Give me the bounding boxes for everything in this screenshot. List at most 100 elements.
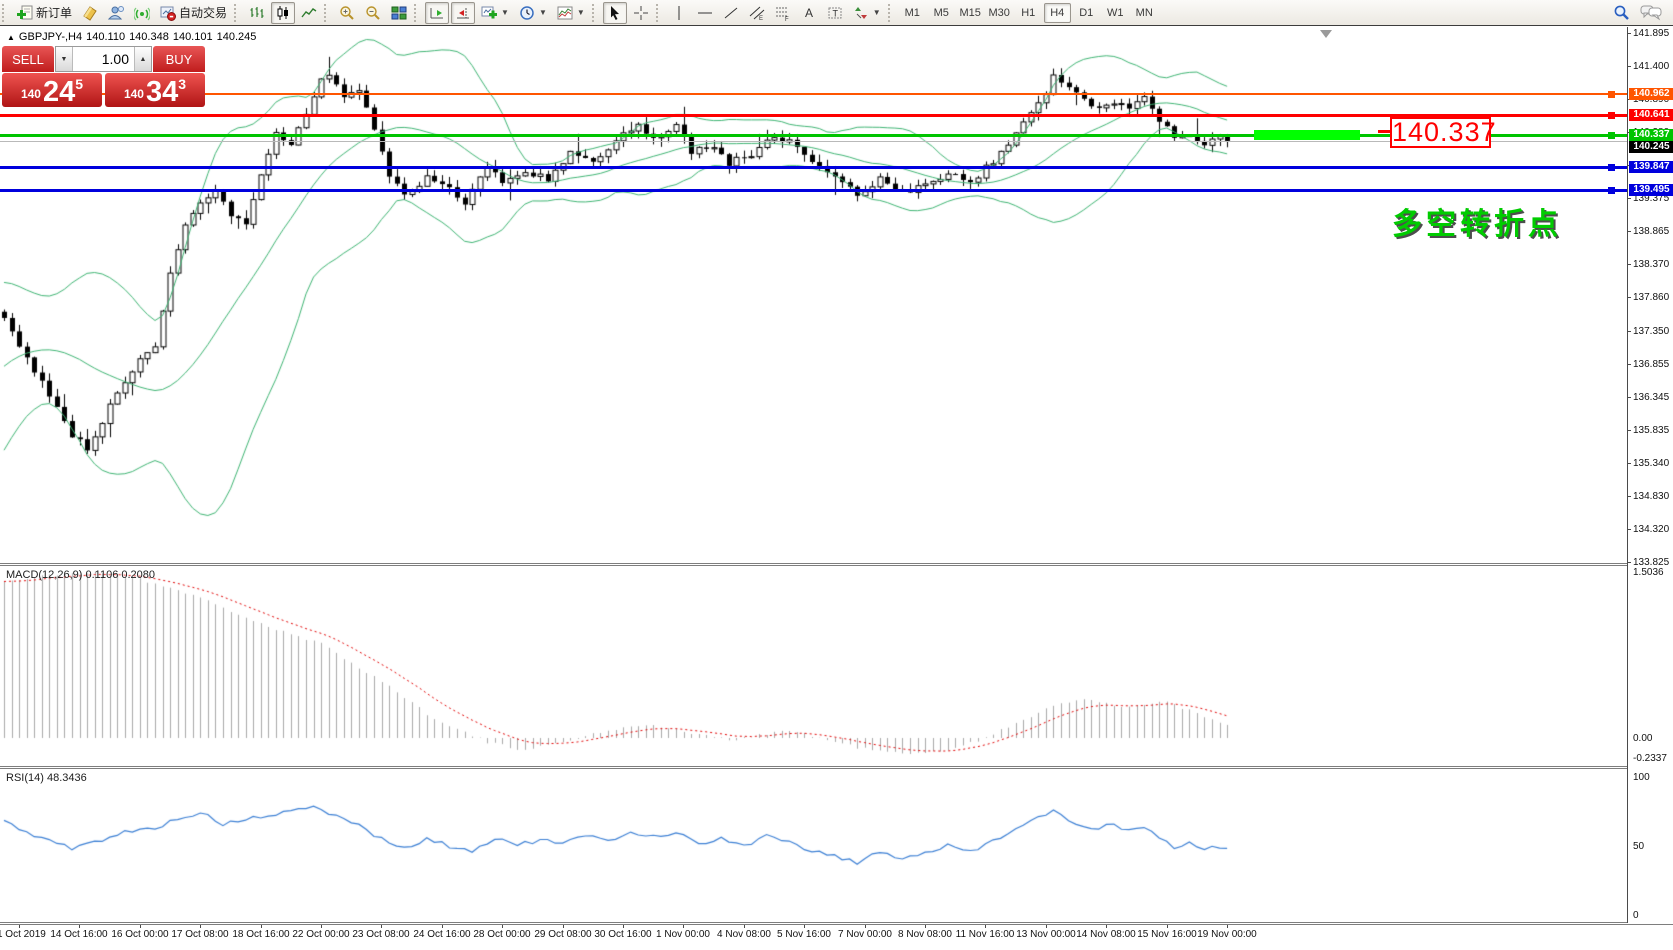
toolbar-grip[interactable] [324,4,330,22]
vertical-line-button[interactable] [667,2,691,24]
time-tick-mark [1167,925,1168,928]
pivot-line-green-handle[interactable] [1608,132,1615,139]
toolbar-grip[interactable] [888,4,894,22]
crosshair-button[interactable] [629,2,653,24]
sell-button[interactable]: SELL [2,46,54,72]
price-chart-canvas[interactable] [0,27,1627,563]
chart-shift-marker[interactable] [1320,30,1332,38]
zoom-in-button[interactable] [335,2,359,24]
autotrade-button[interactable]: 自动交易 [156,2,231,24]
callout-connector [1378,130,1390,133]
time-tick-mark [19,925,20,928]
price-tick-mark [1628,562,1631,563]
sell-price-button[interactable]: 140 24 5 [2,73,102,107]
time-tick-mark [140,925,141,928]
timeframe-h1[interactable]: H1 [1015,3,1042,23]
price-tick-mark [1628,331,1631,332]
signals-button[interactable] [130,2,154,24]
new-order-button[interactable]: 新订单 [13,2,76,24]
fibonacci-button[interactable]: F [771,2,795,24]
support-line-1[interactable] [0,166,1627,169]
community-button[interactable] [104,2,128,24]
buy-price-sup: 3 [178,76,186,92]
price-tag-139.847: 139.847 [1629,161,1673,173]
price-axis[interactable]: 141.895141.400140.890140.380139.875139.3… [1627,27,1673,923]
buy-price-button[interactable]: 140 34 3 [105,73,205,107]
search-button[interactable] [1609,2,1634,24]
volume-input[interactable]: 1.00 [73,47,134,71]
chevron-down-icon: ▼ [539,8,547,17]
collapse-panel-icon[interactable]: ▲ [7,33,15,42]
pivot-line-green[interactable] [0,134,1627,137]
buy-button[interactable]: BUY [153,46,205,72]
bar-chart-button[interactable] [245,2,269,24]
rsi-panel-canvas[interactable] [0,769,1627,921]
toolbar-grip[interactable] [2,4,8,22]
timeframe-m15[interactable]: M15 [957,3,984,23]
svg-text:F: F [785,17,789,21]
tile-windows-button[interactable] [387,2,411,24]
support-line-2[interactable] [0,189,1627,192]
pivot-annotation[interactable]: 多空转折点 [1392,199,1562,243]
price-callout[interactable]: 140.337 [1390,117,1491,148]
support-line-2-handle[interactable] [1608,187,1615,194]
timeframe-m30[interactable]: M30 [986,3,1013,23]
timeframe-mn[interactable]: MN [1131,3,1158,23]
panel-separator[interactable] [0,563,1673,566]
ohlc-open: 140.110 [86,31,125,43]
time-axis[interactable]: 11 Oct 201914 Oct 16:0016 Oct 00:0017 Oc… [0,925,1673,950]
chart-shift-button[interactable] [451,2,475,24]
period-dropdown[interactable]: ▼ [515,2,551,24]
volume-stepper: ▼ 1.00 ▲ [55,46,152,72]
resistance-line-1-handle[interactable] [1608,91,1615,98]
chat-button[interactable] [1636,2,1666,24]
channel-button[interactable]: E [745,2,769,24]
time-tick-mark [1046,925,1047,928]
macd-panel-canvas[interactable] [0,566,1627,765]
green-highlight-bar[interactable] [1254,130,1360,140]
time-tick-mark [865,925,866,928]
metaeditor-button[interactable] [78,2,102,24]
zoom-out-button[interactable] [361,2,385,24]
resistance-line-2[interactable] [0,114,1627,117]
bar-chart-icon [249,5,265,21]
buy-price-prefix: 140 [124,87,144,101]
time-tick-mark [1106,925,1107,928]
toolbar-grip[interactable] [592,4,598,22]
line-chart-button[interactable] [297,2,321,24]
volume-decrease-icon[interactable]: ▼ [56,47,73,71]
template-dropdown[interactable]: ▼ [553,2,589,24]
toolbar-grip[interactable] [234,4,240,22]
signals-icon [134,5,150,21]
arrows-dropdown[interactable]: ▼ [849,2,885,24]
volume-increase-icon[interactable]: ▲ [134,47,151,71]
auto-scroll-button[interactable] [425,2,449,24]
timeframe-h4[interactable]: H4 [1044,3,1071,23]
horizontal-line-button[interactable] [693,2,717,24]
support-line-1-handle[interactable] [1608,164,1615,171]
trendline-button[interactable] [719,2,743,24]
timeframe-m1[interactable]: M1 [899,3,926,23]
cursor-button[interactable] [603,2,627,24]
new-chart-dropdown[interactable]: ▼ [477,2,513,24]
timeframe-m5[interactable]: M5 [928,3,955,23]
price-tick-mark [1628,297,1631,298]
toolbar-grip[interactable] [414,4,420,22]
toolbar-grip[interactable] [656,4,662,22]
ohlc-low: 140.101 [173,31,213,43]
fibonacci-icon: F [775,5,791,21]
ohlc-high: 140.348 [129,31,169,43]
resistance-line-1[interactable] [0,93,1627,95]
resistance-line-2-handle[interactable] [1608,112,1615,119]
price-tick-mark [1628,397,1631,398]
text-button[interactable]: A [797,2,821,24]
panel-separator[interactable] [0,766,1673,769]
price-tick-label: 137.860 [1633,292,1669,303]
timeframe-w1[interactable]: W1 [1102,3,1129,23]
timeframe-d1[interactable]: D1 [1073,3,1100,23]
horizontal-line-icon [697,5,713,21]
text-label-button[interactable]: T [823,2,847,24]
candlestick-button[interactable] [271,2,295,24]
macd-value-signal: 0.2080 [121,569,155,581]
price-tick-label: 137.350 [1633,326,1669,337]
